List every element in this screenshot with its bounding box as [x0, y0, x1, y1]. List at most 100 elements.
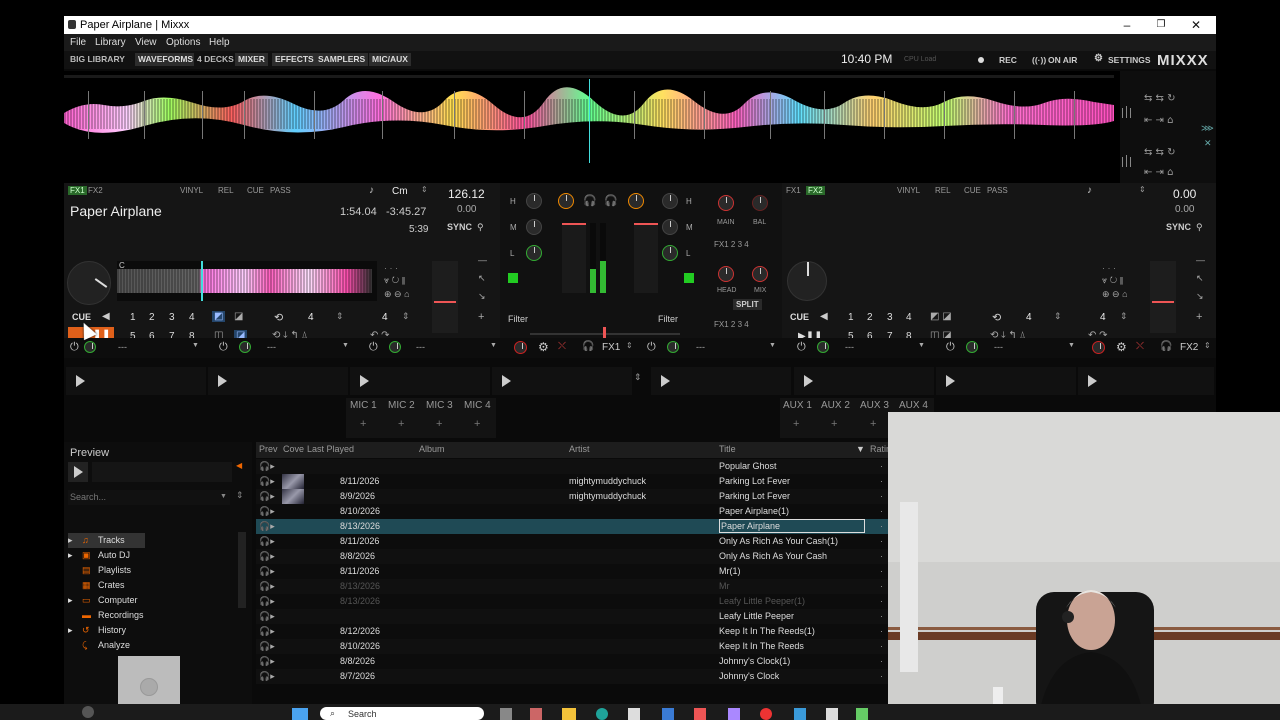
fx2-slot3-select[interactable]: --- [994, 342, 1003, 352]
preview-headphone-icon[interactable]: 🎧▸ [259, 656, 275, 667]
fx2-headphone-icon[interactable]: 🎧 [1160, 341, 1172, 352]
deck2-eq-mid-knob[interactable] [662, 219, 678, 235]
fx2-bypass-icon[interactable]: ⤬ [1136, 341, 1144, 352]
sampler-4[interactable] [492, 367, 632, 395]
fx2-slot2-dropdown-icon[interactable]: ▼ [918, 342, 925, 349]
crossfader[interactable] [530, 327, 680, 341]
deck1-reverse-icon[interactable]: ◀ [102, 311, 110, 322]
table-row[interactable]: 🎧▸ 8/11/2026 Mr(1) · [256, 564, 888, 579]
deck2-sync-button[interactable]: SYNC [1166, 222, 1191, 232]
store-icon[interactable] [628, 708, 640, 720]
deck1-hotcue-1[interactable]: 1 [130, 312, 136, 323]
deck1-loop-icons[interactable]: · · · ⩔ ↻ ⦀ ⊕ ⊖ ⌂ [382, 263, 428, 303]
deck2-cue-mode-button[interactable]: CUE [964, 186, 981, 195]
col-artist[interactable]: Artist [569, 444, 590, 454]
preview-headphone-icon[interactable]: 🎧▸ [259, 506, 275, 517]
fx1-slot1-power-icon[interactable]: ⏻ [70, 341, 79, 354]
app-icon-5[interactable] [794, 708, 806, 720]
col-album[interactable]: Album [419, 444, 445, 454]
deck1-key-spinner-icon[interactable]: ⇕ [421, 185, 428, 194]
fx1-headphone-icon[interactable]: 🎧 [582, 341, 594, 352]
deck1-fx1-toggle[interactable]: FX1 [68, 186, 87, 195]
sampler-1[interactable] [66, 367, 206, 395]
taskbar-search[interactable]: ⌕ Search [320, 707, 484, 720]
sampler-7-play-icon[interactable] [942, 374, 958, 388]
mic-1-label[interactable]: MIC 1 [350, 400, 377, 411]
table-row[interactable]: 🎧▸ Popular Ghost · [256, 459, 888, 474]
menu-help[interactable]: Help [209, 37, 230, 48]
deck2-loop-size-spinner-icon[interactable]: ⇕ [1054, 311, 1062, 322]
fx1-slot3-select[interactable]: --- [416, 342, 425, 352]
mic-2-label[interactable]: MIC 2 [388, 400, 415, 411]
sampler-5[interactable] [651, 367, 791, 395]
preview-headphone-icon[interactable]: 🎧▸ [259, 611, 275, 622]
split-button[interactable]: SPLIT [733, 299, 762, 310]
deck2-key-spinner-icon[interactable]: ⇕ [1139, 185, 1146, 194]
fx1-slot1-select[interactable]: --- [118, 342, 127, 352]
preview-headphone-icon[interactable]: 🎧▸ [259, 626, 275, 637]
menu-file[interactable]: File [70, 37, 86, 48]
deck1-headphone-cue-icon[interactable]: 🎧 [583, 194, 597, 207]
on-air-button[interactable]: ON AIR [1048, 55, 1077, 65]
table-row[interactable]: 🎧▸ 8/9/2026 mightymuddychuck Parking Lot Fe… [256, 489, 888, 504]
sampler-8[interactable] [1078, 367, 1214, 395]
deck2-beatjump-size[interactable]: 4 [1100, 312, 1106, 323]
deck1-beatjump-spinner-icon[interactable]: ⇕ [402, 311, 410, 322]
sampler-6-play-icon[interactable] [800, 374, 816, 388]
deck2-beatjump-spinner-icon[interactable]: ⇕ [1120, 311, 1128, 322]
fx2-slot1-power-icon[interactable]: ⏻ [647, 341, 656, 354]
deck2-volume-handle[interactable] [634, 223, 658, 225]
menu-view[interactable]: View [135, 37, 157, 48]
app-icon-4[interactable] [728, 708, 740, 720]
deck2-reverse-icon[interactable]: ◀ [820, 311, 828, 322]
deck1-loop-size-spinner-icon[interactable]: ⇕ [336, 311, 344, 322]
headphone-mix-knob[interactable] [752, 266, 768, 282]
fx2-slot3-power-icon[interactable]: ⏻ [946, 341, 955, 354]
preview-headphone-icon[interactable]: 🎧▸ [259, 641, 275, 652]
app-icon-1[interactable] [530, 708, 542, 720]
col-cover[interactable]: Cove [283, 444, 304, 454]
table-row[interactable]: 🎧▸ 8/13/2026 Mr · [256, 579, 888, 594]
fx2-slot3-dropdown-icon[interactable]: ▼ [1068, 342, 1075, 349]
fx2-slot3-meta-knob[interactable] [966, 341, 978, 353]
sampler-1-play-icon[interactable] [72, 374, 88, 388]
preview-headphone-icon[interactable]: 🎧▸ [259, 476, 275, 487]
balance-knob[interactable] [752, 195, 768, 211]
deck1-rel-button[interactable]: REL [218, 186, 234, 195]
deck1-pass-button[interactable]: PASS [270, 186, 291, 195]
deck1-volume-handle[interactable] [562, 223, 586, 225]
sampler-2[interactable] [208, 367, 348, 395]
fx1-bypass-icon[interactable]: ⤬ [558, 341, 566, 352]
deck1-loop-icon[interactable]: ⟲ [274, 311, 283, 324]
table-row[interactable]: 🎧▸ 8/8/2026 Only As Rich As Your Cash · [256, 549, 888, 564]
aux-3-label[interactable]: AUX 3 [860, 400, 889, 411]
deck2-eq-low-knob[interactable] [662, 245, 678, 261]
fx2-slot1-dropdown-icon[interactable]: ▼ [769, 342, 776, 349]
preview-headphone-icon[interactable]: 🎧▸ [259, 521, 275, 532]
deck1-pitch-handle[interactable] [434, 301, 456, 303]
deck1-gain-knob[interactable] [558, 193, 574, 209]
rec-button[interactable]: REC [999, 55, 1017, 65]
deck2-gain-knob[interactable] [628, 193, 644, 209]
aux-2-add-icon[interactable]: + [831, 418, 837, 430]
settings-button[interactable]: SETTINGS [1108, 55, 1151, 65]
deck2-rel-button[interactable]: REL [935, 186, 951, 195]
col-preview[interactable]: Prev [259, 444, 278, 454]
samplers-button[interactable]: SAMPLERS [315, 53, 369, 66]
sampler-5-play-icon[interactable] [657, 374, 673, 388]
fx1-slot1-dropdown-icon[interactable]: ▼ [192, 342, 199, 349]
table-row[interactable]: 🎧▸ 8/13/2026 Paper Airplane · [256, 519, 888, 534]
aux-3-add-icon[interactable]: + [870, 418, 876, 430]
deck2-bpm[interactable]: 0.00 [1173, 187, 1196, 201]
app-icon-7[interactable] [856, 708, 868, 720]
sampler-4-play-icon[interactable] [498, 374, 514, 388]
table-row[interactable]: 🎧▸ 8/12/2026 Keep It In The Reeds(1) · [256, 624, 888, 639]
preview-headphone-icon[interactable]: 🎧▸ [259, 551, 275, 562]
table-row[interactable]: 🎧▸ 8/8/2026 Johnny's Clock(1) · [256, 654, 888, 669]
maximize-button[interactable]: ❐ [1146, 17, 1176, 33]
aux-1-label[interactable]: AUX 1 [783, 400, 812, 411]
deck1-hotcue-3[interactable]: 3 [169, 312, 175, 323]
mic-4-label[interactable]: MIC 4 [464, 400, 491, 411]
deck1-beatgrid-adjust-icon[interactable]: ◪ [234, 311, 243, 322]
deck1-eq-low-knob[interactable] [526, 245, 542, 261]
